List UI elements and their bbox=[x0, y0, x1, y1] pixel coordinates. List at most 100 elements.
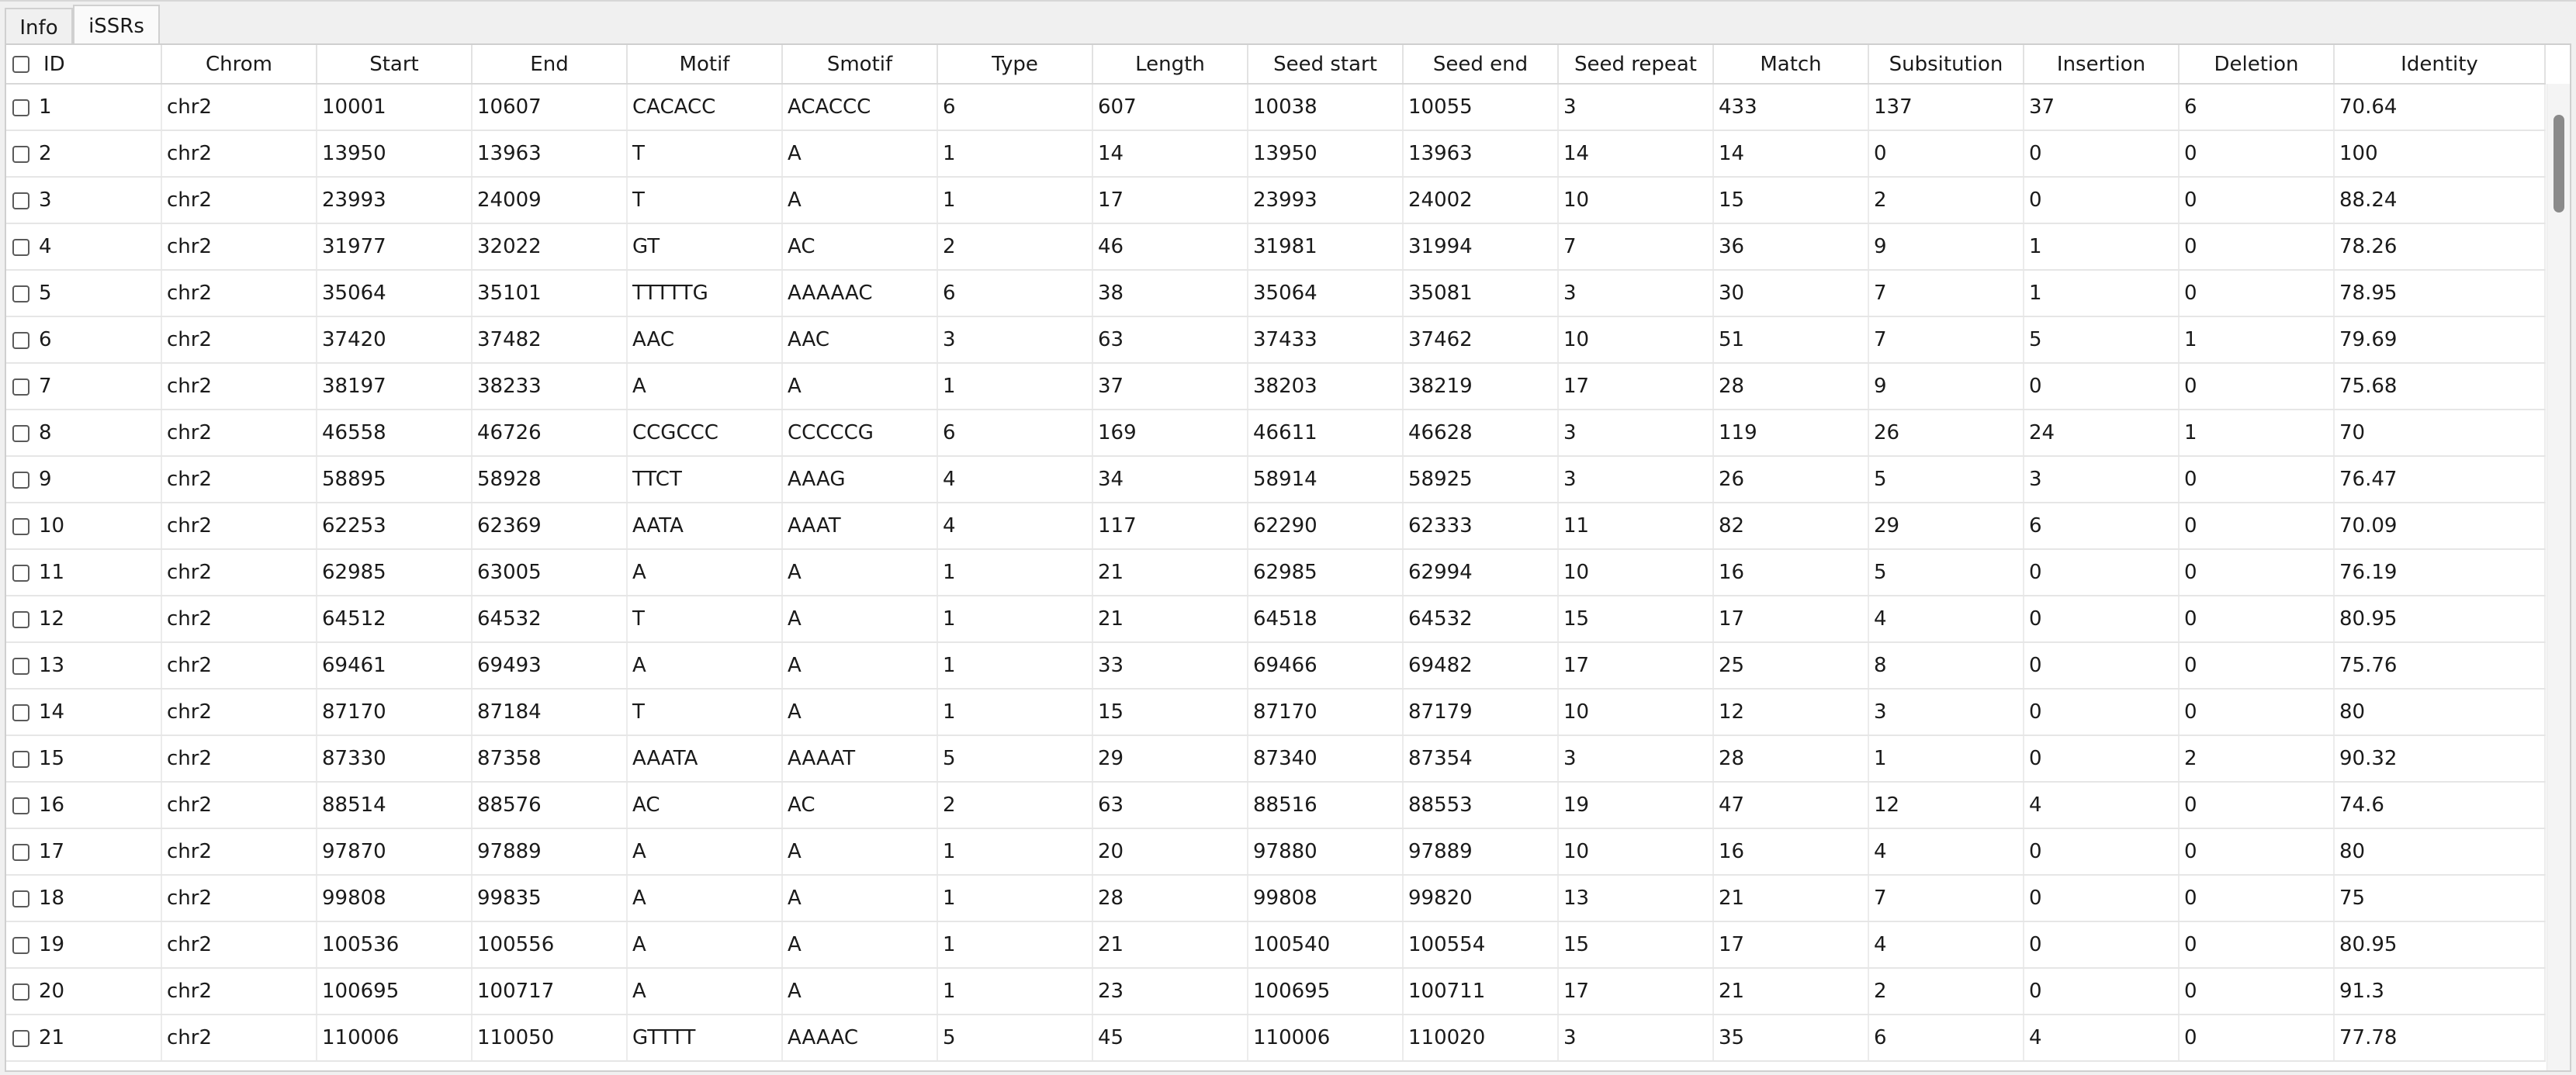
table-cell-seed-end[interactable]: 46628 bbox=[1403, 410, 1559, 457]
table-cell-seed-end[interactable]: 35081 bbox=[1403, 270, 1559, 317]
table-cell-start[interactable]: 99808 bbox=[317, 875, 473, 922]
row-checkbox[interactable] bbox=[12, 890, 29, 907]
table-cell-deletion[interactable]: 0 bbox=[2179, 596, 2335, 643]
table-cell-type[interactable]: 6 bbox=[937, 84, 1093, 131]
table-cell-id[interactable]: 2 bbox=[6, 130, 162, 178]
row-checkbox[interactable] bbox=[12, 936, 29, 954]
table-cell-end[interactable]: 32022 bbox=[472, 223, 628, 271]
table-cell-end[interactable]: 62369 bbox=[472, 503, 628, 550]
column-header-seed-end[interactable]: Seed end bbox=[1403, 45, 1559, 85]
table-cell-deletion[interactable]: 0 bbox=[2179, 968, 2335, 1015]
table-cell-motif[interactable]: T bbox=[627, 689, 783, 736]
table-cell-seed-end[interactable]: 110020 bbox=[1403, 1015, 1559, 1062]
row-checkbox[interactable] bbox=[12, 145, 29, 163]
table-cell-match[interactable]: 17 bbox=[1713, 921, 1869, 969]
table-cell-length[interactable]: 28 bbox=[1092, 875, 1248, 922]
table-cell-insertion[interactable]: 0 bbox=[2024, 549, 2180, 596]
table-cell-subsitution[interactable]: 12 bbox=[1868, 782, 2024, 829]
row-checkbox[interactable] bbox=[12, 378, 29, 396]
table-cell-identity[interactable]: 70 bbox=[2334, 410, 2546, 457]
table-cell-start[interactable]: 23993 bbox=[317, 177, 473, 224]
table-cell-subsitution[interactable]: 3 bbox=[1868, 689, 2024, 736]
table-row[interactable]: 2 chr2 13950 13963 T A 1 14 13950 13963 14 14 0 0 0 100 bbox=[6, 130, 2546, 178]
table-cell-match[interactable]: 82 bbox=[1713, 503, 1869, 550]
table-cell-length[interactable]: 63 bbox=[1092, 782, 1248, 829]
table-cell-subsitution[interactable]: 1 bbox=[1868, 735, 2024, 783]
table-cell-id[interactable]: 17 bbox=[6, 828, 162, 876]
table-cell-id[interactable]: 10 bbox=[6, 503, 162, 550]
tab-issrs[interactable]: iSSRs bbox=[73, 5, 160, 47]
table-cell-identity[interactable]: 80 bbox=[2334, 828, 2546, 876]
table-cell-match[interactable]: 30 bbox=[1713, 270, 1869, 317]
table-cell-smotif[interactable]: A bbox=[782, 875, 938, 922]
table-cell-motif[interactable]: GTTTT bbox=[627, 1015, 783, 1062]
table-cell-deletion[interactable]: 1 bbox=[2179, 316, 2335, 364]
table-cell-seed-repeat[interactable]: 13 bbox=[1558, 875, 1714, 922]
column-header-seed-start[interactable]: Seed start bbox=[1248, 45, 1404, 85]
table-cell-seed-start[interactable]: 99808 bbox=[1248, 875, 1404, 922]
table-cell-seed-repeat[interactable]: 7 bbox=[1558, 223, 1714, 271]
table-cell-id[interactable]: 3 bbox=[6, 177, 162, 224]
table-cell-subsitution[interactable]: 137 bbox=[1868, 84, 2024, 131]
table-cell-id[interactable]: 1 bbox=[6, 84, 162, 131]
table-cell-deletion[interactable]: 0 bbox=[2179, 875, 2335, 922]
table-cell-insertion[interactable]: 24 bbox=[2024, 410, 2180, 457]
table-cell-id[interactable]: 11 bbox=[6, 549, 162, 596]
table-cell-seed-start[interactable]: 87340 bbox=[1248, 735, 1404, 783]
table-cell-motif[interactable]: TTCT bbox=[627, 456, 783, 503]
table-cell-seed-repeat[interactable]: 3 bbox=[1558, 735, 1714, 783]
row-checkbox[interactable] bbox=[12, 238, 29, 256]
table-cell-end[interactable]: 97889 bbox=[472, 828, 628, 876]
table-cell-seed-end[interactable]: 62994 bbox=[1403, 549, 1559, 596]
table-cell-seed-start[interactable]: 100540 bbox=[1248, 921, 1404, 969]
table-cell-motif[interactable]: GT bbox=[627, 223, 783, 271]
table-cell-chrom[interactable]: chr2 bbox=[161, 456, 317, 503]
table-cell-chrom[interactable]: chr2 bbox=[161, 177, 317, 224]
table-cell-identity[interactable]: 79.69 bbox=[2334, 316, 2546, 364]
table-cell-seed-repeat[interactable]: 10 bbox=[1558, 549, 1714, 596]
column-header-identity[interactable]: Identity bbox=[2334, 45, 2546, 85]
table-cell-match[interactable]: 47 bbox=[1713, 782, 1869, 829]
table-cell-insertion[interactable]: 4 bbox=[2024, 782, 2180, 829]
table-cell-insertion[interactable]: 1 bbox=[2024, 270, 2180, 317]
table-cell-smotif[interactable]: A bbox=[782, 596, 938, 643]
table-row[interactable]: 21 chr2 110006 110050 GTTTT AAAAC 5 45 110006 110… bbox=[6, 1015, 2546, 1062]
table-cell-subsitution[interactable]: 0 bbox=[1868, 130, 2024, 178]
table-cell-subsitution[interactable]: 4 bbox=[1868, 921, 2024, 969]
table-cell-deletion[interactable]: 0 bbox=[2179, 223, 2335, 271]
table-cell-start[interactable]: 69461 bbox=[317, 642, 473, 690]
table-cell-seed-repeat[interactable]: 3 bbox=[1558, 84, 1714, 131]
table-cell-end[interactable]: 69493 bbox=[472, 642, 628, 690]
column-header-smotif[interactable]: Smotif bbox=[782, 45, 938, 85]
table-cell-motif[interactable]: AAATA bbox=[627, 735, 783, 783]
table-cell-id[interactable]: 20 bbox=[6, 968, 162, 1015]
table-cell-deletion[interactable]: 0 bbox=[2179, 689, 2335, 736]
column-header-subsitution[interactable]: Subsitution bbox=[1868, 45, 2024, 85]
table-cell-identity[interactable]: 90.32 bbox=[2334, 735, 2546, 783]
table-cell-smotif[interactable]: A bbox=[782, 177, 938, 224]
table-cell-seed-end[interactable]: 87354 bbox=[1403, 735, 1559, 783]
table-row[interactable]: 12 chr2 64512 64532 T A 1 21 64518 64532 15 17 4 0 0 80… bbox=[6, 596, 2546, 643]
table-cell-deletion[interactable]: 0 bbox=[2179, 549, 2335, 596]
table-cell-length[interactable]: 20 bbox=[1092, 828, 1248, 876]
table-cell-id[interactable]: 14 bbox=[6, 689, 162, 736]
table-cell-chrom[interactable]: chr2 bbox=[161, 84, 317, 131]
table-cell-length[interactable]: 21 bbox=[1092, 921, 1248, 969]
table-cell-smotif[interactable]: A bbox=[782, 642, 938, 690]
table-cell-type[interactable]: 1 bbox=[937, 689, 1093, 736]
table-cell-length[interactable]: 38 bbox=[1092, 270, 1248, 317]
table-cell-chrom[interactable]: chr2 bbox=[161, 735, 317, 783]
table-cell-chrom[interactable]: chr2 bbox=[161, 223, 317, 271]
table-cell-seed-end[interactable]: 99820 bbox=[1403, 875, 1559, 922]
table-cell-id[interactable]: 15 bbox=[6, 735, 162, 783]
table-cell-motif[interactable]: A bbox=[627, 921, 783, 969]
table-row[interactable]: 3 chr2 23993 24009 T A 1 17 23993 24002 10 15 2 0 0 88.… bbox=[6, 177, 2546, 224]
table-cell-smotif[interactable]: AC bbox=[782, 223, 938, 271]
table-cell-seed-start[interactable]: 31981 bbox=[1248, 223, 1404, 271]
table-cell-identity[interactable]: 74.6 bbox=[2334, 782, 2546, 829]
table-cell-motif[interactable]: T bbox=[627, 130, 783, 178]
row-checkbox[interactable] bbox=[12, 703, 29, 721]
table-cell-seed-end[interactable]: 97889 bbox=[1403, 828, 1559, 876]
table-cell-chrom[interactable]: chr2 bbox=[161, 782, 317, 829]
table-cell-type[interactable]: 1 bbox=[937, 177, 1093, 224]
